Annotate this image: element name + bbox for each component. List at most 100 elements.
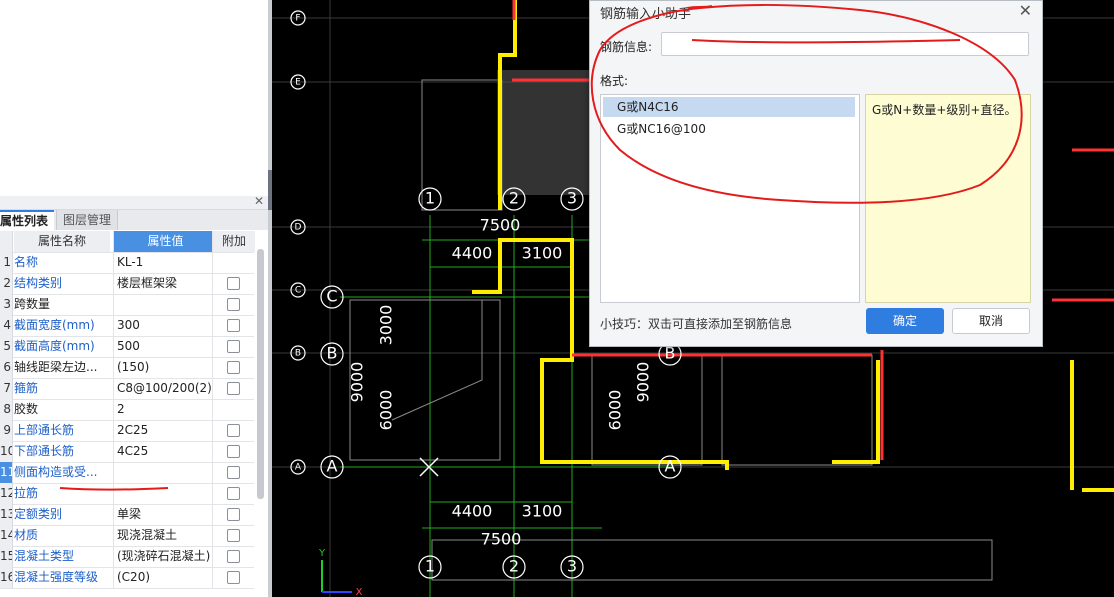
property-value-cell[interactable]: ··· [113, 462, 214, 483]
property-row[interactable]: 7 箍筋 C8@100/200(2) [0, 378, 254, 400]
property-value[interactable]: 2 [113, 399, 214, 420]
property-value[interactable]: 2C25 [113, 420, 214, 441]
property-scrollbar[interactable] [257, 249, 264, 499]
cancel-button[interactable]: 取消 [952, 308, 1030, 334]
extra-checkbox[interactable] [227, 466, 240, 479]
tab-property-list[interactable]: 属性列表 [0, 210, 55, 230]
extra-cell [212, 273, 255, 294]
property-row[interactable]: 14材质 现浇混凝土 [0, 525, 254, 547]
rebar-input-assistant-dialog: 钢筋输入小助手 ✕ 钢筋信息: 格式: G或N4C16 G或NC16@100 G… [589, 0, 1043, 347]
property-row[interactable]: 9 上部通长筋 2C25 [0, 420, 254, 442]
row-number: 1 [0, 252, 13, 273]
extra-cell [212, 504, 255, 525]
property-value[interactable]: KL-1 [113, 252, 214, 273]
extra-checkbox[interactable] [227, 319, 240, 332]
extra-checkbox[interactable] [227, 487, 240, 500]
format-description: G或N+数量+级别+直径。 [872, 103, 1017, 117]
property-row[interactable]: 16混凝土强度等级 (C20) [0, 567, 254, 589]
extra-cell [212, 546, 255, 567]
row-number: 4 [0, 315, 13, 336]
extra-checkbox[interactable] [227, 571, 240, 584]
extra-cell [212, 294, 255, 315]
cad-label: E [295, 78, 301, 88]
close-icon[interactable]: ✕ [254, 194, 264, 208]
extra-checkbox[interactable] [227, 529, 240, 542]
cad-label: F [295, 14, 300, 24]
property-tabs: 属性列表 图层管理 [0, 210, 268, 230]
property-row[interactable]: 1 名称 KL-1 [0, 252, 254, 274]
property-value[interactable]: 现浇混凝土 [113, 525, 214, 546]
property-name: 胶数 [14, 402, 39, 416]
property-row[interactable]: 6 轴线距梁左边... (150) [0, 357, 254, 379]
column-header-extra: 附加 [212, 231, 255, 252]
extra-checkbox[interactable] [227, 424, 240, 437]
property-value[interactable]: (C20) [113, 567, 214, 588]
ok-button[interactable]: 确定 [866, 308, 944, 334]
property-panel-titlebar: ✕ [0, 194, 268, 210]
property-value[interactable]: 4C25 [113, 441, 214, 462]
extra-checkbox[interactable] [227, 550, 240, 563]
property-table-header: 属性名称 属性值 附加 [0, 231, 255, 253]
format-list[interactable]: G或N4C16 G或NC16@100 [600, 94, 860, 303]
cad-label: B [327, 344, 338, 363]
extra-checkbox[interactable] [227, 445, 240, 458]
format-item[interactable]: G或NC16@100 [603, 119, 855, 139]
property-row[interactable]: 8 胶数 2 [0, 399, 254, 421]
row-number: 7 [0, 378, 13, 399]
property-name: 名称 [14, 255, 39, 269]
extra-cell [212, 483, 255, 504]
property-value[interactable] [113, 294, 214, 315]
extra-checkbox[interactable] [227, 340, 240, 353]
extra-checkbox[interactable] [227, 277, 240, 290]
cad-label: A [295, 463, 302, 473]
property-value[interactable]: C8@100/200(2) [113, 378, 214, 399]
property-row[interactable]: 13定额类别 单梁 [0, 504, 254, 526]
format-description-panel: G或N+数量+级别+直径。 [865, 94, 1031, 303]
cad-label: 4400 [452, 244, 493, 263]
extra-cell [212, 462, 255, 483]
extra-checkbox[interactable] [227, 298, 240, 311]
property-row[interactable]: 12拉筋 [0, 483, 254, 505]
property-value[interactable]: 300 [113, 315, 214, 336]
format-label: 格式: [600, 74, 629, 88]
property-value[interactable]: (150) [113, 357, 214, 378]
property-row[interactable]: 15混凝土类型 (现浇碎石混凝土) [0, 546, 254, 568]
property-name: 结构类别 [14, 276, 63, 290]
extra-checkbox[interactable] [227, 361, 240, 374]
extra-checkbox[interactable] [227, 382, 240, 395]
property-value[interactable]: 楼层框架梁 [113, 273, 214, 294]
property-row[interactable]: 3 跨数量 [0, 294, 254, 316]
tab-layer-management[interactable]: 图层管理 [56, 210, 119, 230]
row-number: 16 [0, 567, 13, 588]
property-value[interactable]: (现浇碎石混凝土) [113, 546, 214, 567]
cad-label: 3100 [522, 502, 563, 521]
property-name: 箍筋 [14, 381, 39, 395]
property-value[interactable]: 500 [113, 336, 214, 357]
cad-label: C [295, 286, 301, 296]
cad-label: Y [318, 548, 326, 559]
property-name: 混凝土类型 [14, 549, 75, 563]
rebar-info-input[interactable] [661, 32, 1029, 56]
property-value[interactable]: 单梁 [113, 504, 214, 525]
property-row[interactable]: 10下部通长筋 4C25 [0, 441, 254, 463]
cad-label: 1 [425, 557, 435, 576]
property-row[interactable]: 11侧面构造或受... ··· [0, 462, 254, 484]
dialog-title: 钢筋输入小助手 [600, 7, 692, 22]
cad-label: 6000 [377, 390, 396, 431]
row-number: 14 [0, 525, 13, 546]
row-number: 11 [0, 462, 13, 483]
extra-cell [212, 315, 255, 336]
property-row[interactable]: 4 截面宽度(mm) 300 [0, 315, 254, 337]
row-number: 15 [0, 546, 13, 567]
property-row[interactable]: 2 结构类别 楼层框架梁 [0, 273, 254, 295]
cad-label: 6000 [606, 390, 625, 431]
extra-checkbox[interactable] [227, 508, 240, 521]
property-row[interactable]: 5 截面高度(mm) 500 [0, 336, 254, 358]
extra-cell [212, 441, 255, 462]
cad-label: 4400 [452, 502, 493, 521]
property-name: 侧面构造或受... [14, 465, 98, 479]
property-value[interactable] [113, 483, 214, 504]
cad-label: A [327, 457, 338, 476]
dialog-close-icon[interactable]: ✕ [1019, 1, 1032, 20]
format-item[interactable]: G或N4C16 [603, 97, 855, 117]
